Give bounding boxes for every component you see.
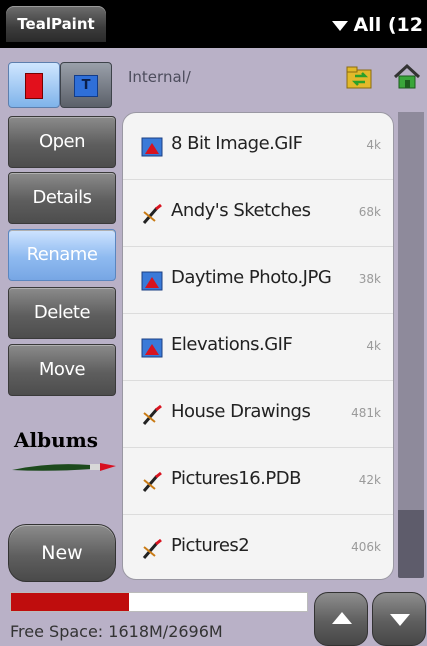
app-tab[interactable]: TealPaint <box>6 6 106 42</box>
list-item[interactable]: Pictures16.PDB 42k <box>123 448 393 515</box>
brush-icon <box>142 538 162 559</box>
image-icon <box>141 137 163 157</box>
new-button[interactable]: New <box>8 524 116 582</box>
brush-icon <box>142 203 162 224</box>
file-name: Elevations.GIF <box>171 334 293 355</box>
red-book-icon <box>25 73 43 99</box>
list-item[interactable]: Andy's Sketches 68k <box>123 180 393 247</box>
home-icon[interactable] <box>392 62 422 92</box>
image-icon <box>141 338 163 358</box>
free-space-fill <box>11 593 130 611</box>
file-size: 481k <box>351 406 381 420</box>
details-button[interactable]: Details <box>8 172 116 224</box>
brush-icon <box>142 471 162 492</box>
text-icon: T <box>74 75 98 97</box>
open-button[interactable]: Open <box>8 116 116 168</box>
filter-label: All (12 <box>353 14 423 36</box>
albums-label: Albums <box>14 428 99 452</box>
page-up-button[interactable] <box>314 592 368 646</box>
file-name: 8 Bit Image.GIF <box>171 133 303 154</box>
arrow-up-icon <box>332 612 352 624</box>
file-size: 68k <box>358 205 381 219</box>
file-size: 4k <box>366 138 381 152</box>
file-size: 42k <box>358 473 381 487</box>
file-name: Daytime Photo.JPG <box>171 267 332 288</box>
filter-dropdown[interactable]: All (12 <box>331 10 423 40</box>
image-icon <box>141 271 163 291</box>
delete-button[interactable]: Delete <box>8 287 116 339</box>
file-name: Pictures16.PDB <box>171 468 301 489</box>
paintbrush-icon <box>12 463 116 471</box>
list-item[interactable]: 8 Bit Image.GIF 4k <box>123 113 393 180</box>
file-name: Andy's Sketches <box>171 200 311 221</box>
file-name: Pictures2 <box>171 535 250 556</box>
page-down-button[interactable] <box>372 592 426 646</box>
free-space-label: Free Space: 1618M/2696M <box>10 622 223 641</box>
free-space-bar <box>10 592 308 612</box>
folder-swap-icon[interactable] <box>345 62 375 92</box>
file-size: 4k <box>366 339 381 353</box>
top-bar: TealPaint All (12 <box>0 0 427 48</box>
list-item[interactable]: Elevations.GIF 4k <box>123 314 393 381</box>
scrollbar[interactable] <box>398 112 424 578</box>
scrollbar-thumb[interactable] <box>398 112 424 510</box>
file-size: 38k <box>358 272 381 286</box>
view-toggle-text[interactable]: T <box>60 62 112 108</box>
file-size: 406k <box>351 540 381 554</box>
file-name: House Drawings <box>171 401 311 422</box>
view-toggle-book[interactable] <box>8 62 60 108</box>
triangle-down-icon <box>331 20 348 31</box>
brush-icon <box>142 404 162 425</box>
arrow-down-icon <box>390 614 410 626</box>
rename-button[interactable]: Rename <box>8 229 116 281</box>
file-list[interactable]: 8 Bit Image.GIF 4k Andy's Sketches 68k D… <box>122 112 394 580</box>
list-item[interactable]: Pictures2 406k <box>123 515 393 579</box>
list-item[interactable]: House Drawings 481k <box>123 381 393 448</box>
move-button[interactable]: Move <box>8 344 116 396</box>
list-item[interactable]: Daytime Photo.JPG 38k <box>123 247 393 314</box>
path-breadcrumb: Internal/ <box>128 68 191 86</box>
